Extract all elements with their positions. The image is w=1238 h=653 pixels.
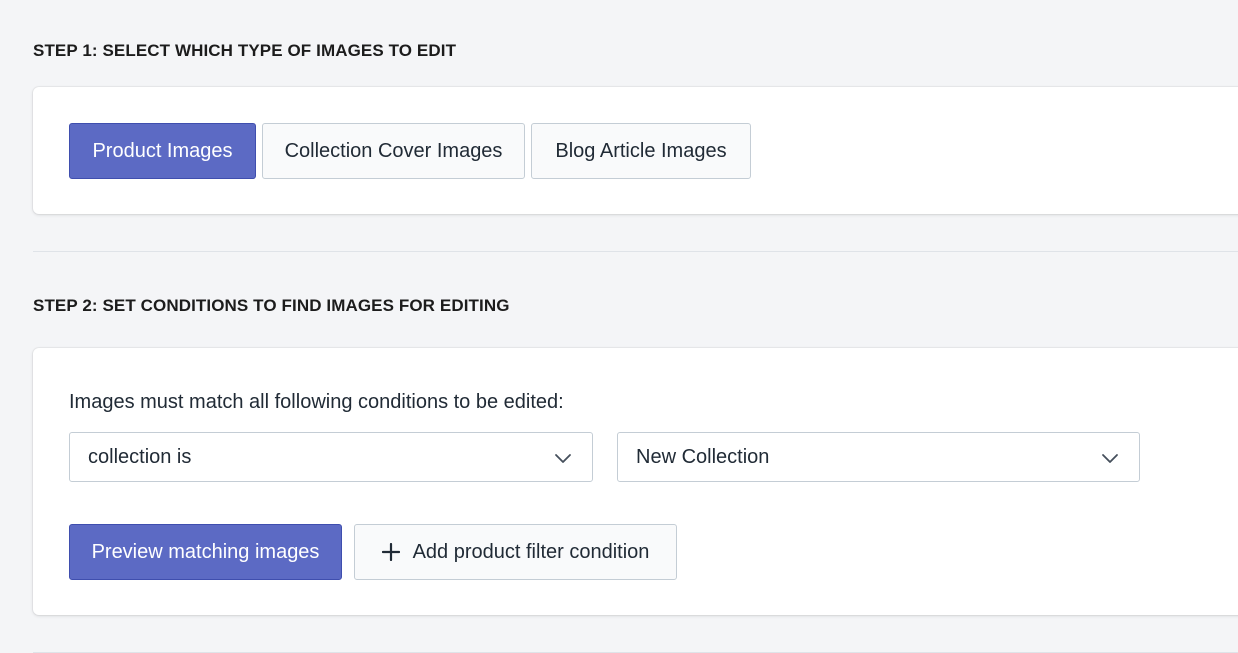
condition-type-select[interactable]: collection is [69, 432, 593, 482]
conditions-label: Images must match all following conditio… [69, 391, 564, 413]
step1-heading: STEP 1: SELECT WHICH TYPE OF IMAGES TO E… [33, 41, 457, 60]
chevron-down-icon [1102, 454, 1118, 463]
add-condition-label: Add product filter condition [412, 540, 650, 563]
image-type-card: Product Images Collection Cover Images B… [33, 87, 1238, 214]
condition-value-value: New Collection [636, 445, 770, 468]
condition-value-select[interactable]: New Collection [617, 432, 1140, 482]
section-divider [33, 251, 1238, 252]
plus-icon [381, 543, 400, 561]
conditions-card: Images must match all following conditio… [33, 348, 1238, 615]
chevron-down-icon [555, 454, 571, 463]
blog-article-images-button[interactable]: Blog Article Images [531, 123, 751, 179]
add-product-filter-condition-button[interactable]: Add product filter condition [354, 524, 677, 580]
condition-type-value: collection is [88, 445, 192, 468]
product-images-button[interactable]: Product Images [69, 123, 256, 179]
collection-cover-images-button[interactable]: Collection Cover Images [262, 123, 525, 179]
preview-matching-images-button[interactable]: Preview matching images [69, 524, 342, 580]
step2-heading: STEP 2: SET CONDITIONS TO FIND IMAGES FO… [33, 296, 510, 315]
